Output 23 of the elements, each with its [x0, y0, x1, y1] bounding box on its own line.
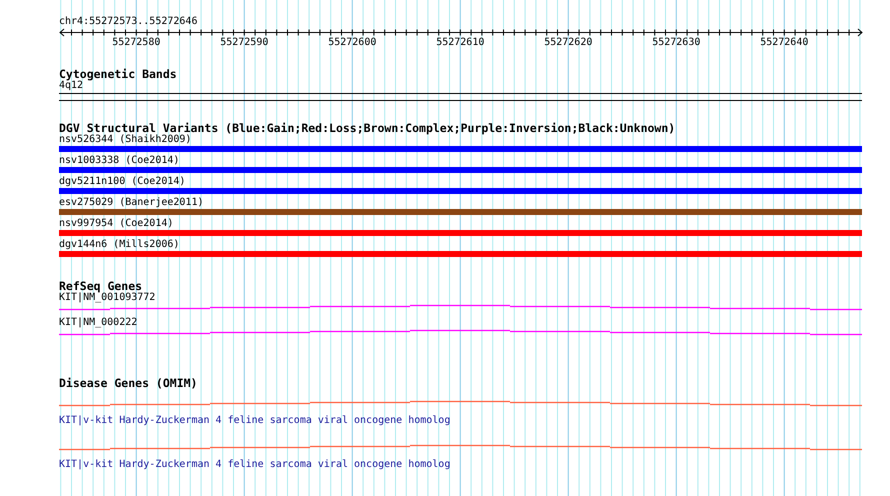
band-label: 4q12	[59, 80, 84, 92]
region-label: chr4:55272573..55272646	[59, 16, 198, 28]
tick-label: 55272590	[220, 37, 268, 48]
disease-gene-label: KIT|v-kit Hardy-Zuckerman 4 feline sarcoma viral oncogene homolog	[59, 459, 452, 471]
track-title: RefSeq Genes	[59, 280, 142, 292]
tick-label: 55272630	[652, 37, 700, 48]
tick-label: 55272580	[112, 37, 160, 48]
track-title: DGV Structural Variants (Blue:Gain;Red:Loss;Brown:Complex;Purple:Inversion;Black:Unknown)	[59, 122, 676, 134]
track-title: Cytogenetic Bands	[59, 68, 178, 80]
gene-label: KIT|NM_000222	[59, 317, 138, 329]
variant-label: nsv1003338 (Coe2014)	[59, 155, 180, 167]
variant-label: nsv526344 (Shaikh2009)	[59, 134, 192, 146]
tick-label: 55272610	[436, 37, 484, 48]
variant-label: nsv997954 (Coe2014)	[59, 218, 174, 230]
tick-label: 55272620	[544, 37, 592, 48]
disease-gene-label: KIT|v-kit Hardy-Zuckerman 4 feline sarcoma viral oncogene homolog	[59, 415, 452, 427]
tick-label: 55272600	[328, 37, 376, 48]
track-title: Disease Genes (OMIM)	[59, 377, 198, 389]
variant-label: dgv144n6 (Mills2006)	[59, 239, 180, 251]
gene-label: KIT|NM_001093772	[59, 292, 156, 304]
variant-label: dgv5211n100 (Coe2014)	[59, 176, 186, 188]
tick-label: 55272640	[760, 37, 808, 48]
variant-label: esv275029 (Banerjee2011)	[59, 197, 204, 209]
